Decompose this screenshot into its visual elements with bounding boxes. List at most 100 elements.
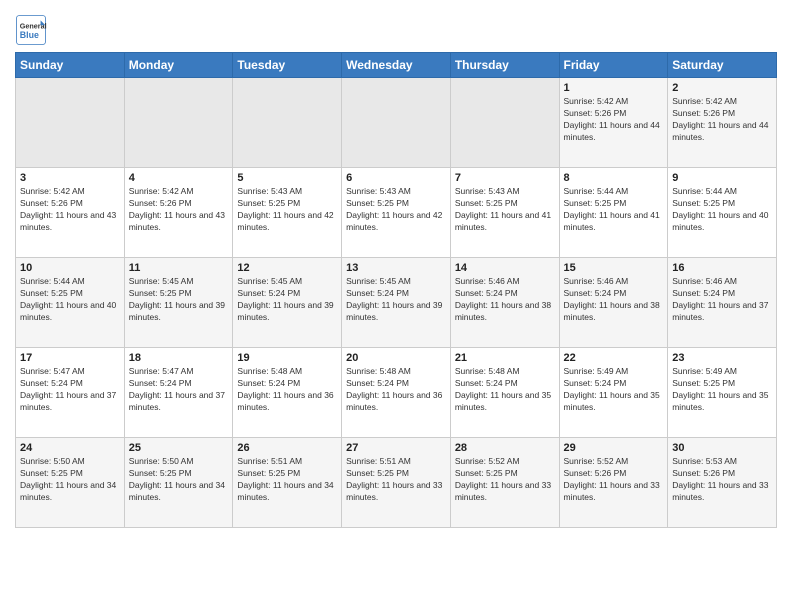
calendar-cell: 29 Sunrise: 5:52 AM Sunset: 5:26 PM Dayli… xyxy=(559,438,668,528)
logo: General Blue xyxy=(15,14,51,46)
calendar-cell: 8 Sunrise: 5:44 AM Sunset: 5:25 PM Daylig… xyxy=(559,168,668,258)
day-number: 26 xyxy=(237,442,337,454)
day-number: 12 xyxy=(237,262,337,274)
day-info: Sunrise: 5:52 AM Sunset: 5:25 PM Dayligh… xyxy=(455,456,555,504)
calendar-cell: 25 Sunrise: 5:50 AM Sunset: 5:25 PM Dayli… xyxy=(124,438,233,528)
calendar-cell: 11 Sunrise: 5:45 AM Sunset: 5:25 PM Dayli… xyxy=(124,258,233,348)
day-number: 23 xyxy=(672,352,772,364)
calendar-cell: 28 Sunrise: 5:52 AM Sunset: 5:25 PM Dayli… xyxy=(450,438,559,528)
day-info: Sunrise: 5:43 AM Sunset: 5:25 PM Dayligh… xyxy=(346,186,446,234)
day-info: Sunrise: 5:45 AM Sunset: 5:25 PM Dayligh… xyxy=(129,276,229,324)
calendar-cell: 20 Sunrise: 5:48 AM Sunset: 5:24 PM Dayli… xyxy=(342,348,451,438)
calendar-cell: 21Sunrise: 5:48 AM Sunset: 5:24 PM Dayli… xyxy=(450,348,559,438)
calendar-cell: 5 Sunrise: 5:43 AM Sunset: 5:25 PM Daylig… xyxy=(233,168,342,258)
calendar-header: SundayMondayTuesdayWednesdayThursdayFrid… xyxy=(16,53,777,78)
calendar-week-3: 10 Sunrise: 5:44 AM Sunset: 5:25 PM Dayli… xyxy=(16,258,777,348)
calendar-cell: 27 Sunrise: 5:51 AM Sunset: 5:25 PM Dayli… xyxy=(342,438,451,528)
calendar-cell xyxy=(450,78,559,168)
day-info: Sunrise: 5:42 AM Sunset: 5:26 PM Dayligh… xyxy=(564,96,664,144)
weekday-header-tuesday: Tuesday xyxy=(233,53,342,78)
day-number: 17 xyxy=(20,352,120,364)
day-info: Sunrise: 5:46 AM Sunset: 5:24 PM Dayligh… xyxy=(672,276,772,324)
calendar-cell xyxy=(233,78,342,168)
day-number: 18 xyxy=(129,352,229,364)
day-info: Sunrise: 5:48 AM Sunset: 5:24 PM Dayligh… xyxy=(346,366,446,414)
day-number: 7 xyxy=(455,172,555,184)
calendar-cell: 7 Sunrise: 5:43 AM Sunset: 5:25 PM Daylig… xyxy=(450,168,559,258)
day-info: Sunrise: 5:51 AM Sunset: 5:25 PM Dayligh… xyxy=(237,456,337,504)
calendar-week-4: 17 Sunrise: 5:47 AM Sunset: 5:24 PM Dayli… xyxy=(16,348,777,438)
calendar-cell: 18 Sunrise: 5:47 AM Sunset: 5:24 PM Dayli… xyxy=(124,348,233,438)
calendar-cell: 22Sunrise: 5:49 AM Sunset: 5:24 PM Dayli… xyxy=(559,348,668,438)
calendar-cell xyxy=(342,78,451,168)
calendar-week-1: 1 Sunrise: 5:42 AM Sunset: 5:26 PM Daylig… xyxy=(16,78,777,168)
day-number: 20 xyxy=(346,352,446,364)
day-number: 30 xyxy=(672,442,772,454)
day-info: Sunrise: 5:49 AM Sunset: 5:25 PM Dayligh… xyxy=(672,366,772,414)
day-info: Sunrise: 5:52 AM Sunset: 5:26 PM Dayligh… xyxy=(564,456,664,504)
calendar-cell: 16 Sunrise: 5:46 AM Sunset: 5:24 PM Dayli… xyxy=(668,258,777,348)
weekday-header-wednesday: Wednesday xyxy=(342,53,451,78)
day-info: Sunrise: 5:53 AM Sunset: 5:26 PM Dayligh… xyxy=(672,456,772,504)
calendar-week-5: 24Sunrise: 5:50 AM Sunset: 5:25 PM Dayli… xyxy=(16,438,777,528)
weekday-header-sunday: Sunday xyxy=(16,53,125,78)
calendar-cell: 3 Sunrise: 5:42 AM Sunset: 5:26 PM Daylig… xyxy=(16,168,125,258)
calendar-cell: 23 Sunrise: 5:49 AM Sunset: 5:25 PM Dayli… xyxy=(668,348,777,438)
calendar-week-2: 3 Sunrise: 5:42 AM Sunset: 5:26 PM Daylig… xyxy=(16,168,777,258)
day-info: Sunrise: 5:44 AM Sunset: 5:25 PM Dayligh… xyxy=(20,276,120,324)
day-info: Sunrise: 5:44 AM Sunset: 5:25 PM Dayligh… xyxy=(564,186,664,234)
day-number: 5 xyxy=(237,172,337,184)
weekday-header-monday: Monday xyxy=(124,53,233,78)
calendar-table: SundayMondayTuesdayWednesdayThursdayFrid… xyxy=(15,52,777,528)
day-number: 2 xyxy=(672,82,772,94)
weekday-header-thursday: Thursday xyxy=(450,53,559,78)
day-info: Sunrise: 5:47 AM Sunset: 5:24 PM Dayligh… xyxy=(20,366,120,414)
day-info: Sunrise: 5:42 AM Sunset: 5:26 PM Dayligh… xyxy=(672,96,772,144)
day-info: Sunrise: 5:48 AM Sunset: 5:24 PM Dayligh… xyxy=(455,366,555,414)
day-number: 27 xyxy=(346,442,446,454)
calendar-cell: 1 Sunrise: 5:42 AM Sunset: 5:26 PM Daylig… xyxy=(559,78,668,168)
day-info: Sunrise: 5:46 AM Sunset: 5:24 PM Dayligh… xyxy=(455,276,555,324)
day-info: Sunrise: 5:50 AM Sunset: 5:25 PM Dayligh… xyxy=(20,456,120,504)
day-info: Sunrise: 5:42 AM Sunset: 5:26 PM Dayligh… xyxy=(129,186,229,234)
day-number: 22 xyxy=(564,352,664,364)
day-number: 4 xyxy=(129,172,229,184)
day-info: Sunrise: 5:45 AM Sunset: 5:24 PM Dayligh… xyxy=(346,276,446,324)
calendar-cell: 24Sunrise: 5:50 AM Sunset: 5:25 PM Dayli… xyxy=(16,438,125,528)
day-info: Sunrise: 5:43 AM Sunset: 5:25 PM Dayligh… xyxy=(237,186,337,234)
day-info: Sunrise: 5:42 AM Sunset: 5:26 PM Dayligh… xyxy=(20,186,120,234)
calendar-cell: 4 Sunrise: 5:42 AM Sunset: 5:26 PM Daylig… xyxy=(124,168,233,258)
day-number: 8 xyxy=(564,172,664,184)
day-info: Sunrise: 5:46 AM Sunset: 5:24 PM Dayligh… xyxy=(564,276,664,324)
day-info: Sunrise: 5:43 AM Sunset: 5:25 PM Dayligh… xyxy=(455,186,555,234)
page-header: General Blue xyxy=(15,10,777,46)
day-number: 15 xyxy=(564,262,664,274)
day-info: Sunrise: 5:51 AM Sunset: 5:25 PM Dayligh… xyxy=(346,456,446,504)
day-info: Sunrise: 5:45 AM Sunset: 5:24 PM Dayligh… xyxy=(237,276,337,324)
day-number: 9 xyxy=(672,172,772,184)
day-number: 25 xyxy=(129,442,229,454)
calendar-cell: 12 Sunrise: 5:45 AM Sunset: 5:24 PM Dayli… xyxy=(233,258,342,348)
day-number: 1 xyxy=(564,82,664,94)
day-number: 3 xyxy=(20,172,120,184)
calendar-cell: 9 Sunrise: 5:44 AM Sunset: 5:25 PM Daylig… xyxy=(668,168,777,258)
calendar-cell: 2 Sunrise: 5:42 AM Sunset: 5:26 PM Daylig… xyxy=(668,78,777,168)
calendar-cell: 30 Sunrise: 5:53 AM Sunset: 5:26 PM Dayli… xyxy=(668,438,777,528)
day-info: Sunrise: 5:44 AM Sunset: 5:25 PM Dayligh… xyxy=(672,186,772,234)
day-number: 28 xyxy=(455,442,555,454)
day-info: Sunrise: 5:47 AM Sunset: 5:24 PM Dayligh… xyxy=(129,366,229,414)
day-number: 10 xyxy=(20,262,120,274)
calendar-cell: 17 Sunrise: 5:47 AM Sunset: 5:24 PM Dayli… xyxy=(16,348,125,438)
day-number: 11 xyxy=(129,262,229,274)
calendar-cell: 15 Sunrise: 5:46 AM Sunset: 5:24 PM Dayli… xyxy=(559,258,668,348)
calendar-cell: 6 Sunrise: 5:43 AM Sunset: 5:25 PM Daylig… xyxy=(342,168,451,258)
day-info: Sunrise: 5:50 AM Sunset: 5:25 PM Dayligh… xyxy=(129,456,229,504)
calendar-cell: 10 Sunrise: 5:44 AM Sunset: 5:25 PM Dayli… xyxy=(16,258,125,348)
day-number: 29 xyxy=(564,442,664,454)
calendar-cell: 26 Sunrise: 5:51 AM Sunset: 5:25 PM Dayli… xyxy=(233,438,342,528)
day-number: 16 xyxy=(672,262,772,274)
calendar-cell xyxy=(16,78,125,168)
day-number: 6 xyxy=(346,172,446,184)
calendar-cell: 19Sunrise: 5:48 AM Sunset: 5:24 PM Dayli… xyxy=(233,348,342,438)
calendar-cell: 14Sunrise: 5:46 AM Sunset: 5:24 PM Dayli… xyxy=(450,258,559,348)
